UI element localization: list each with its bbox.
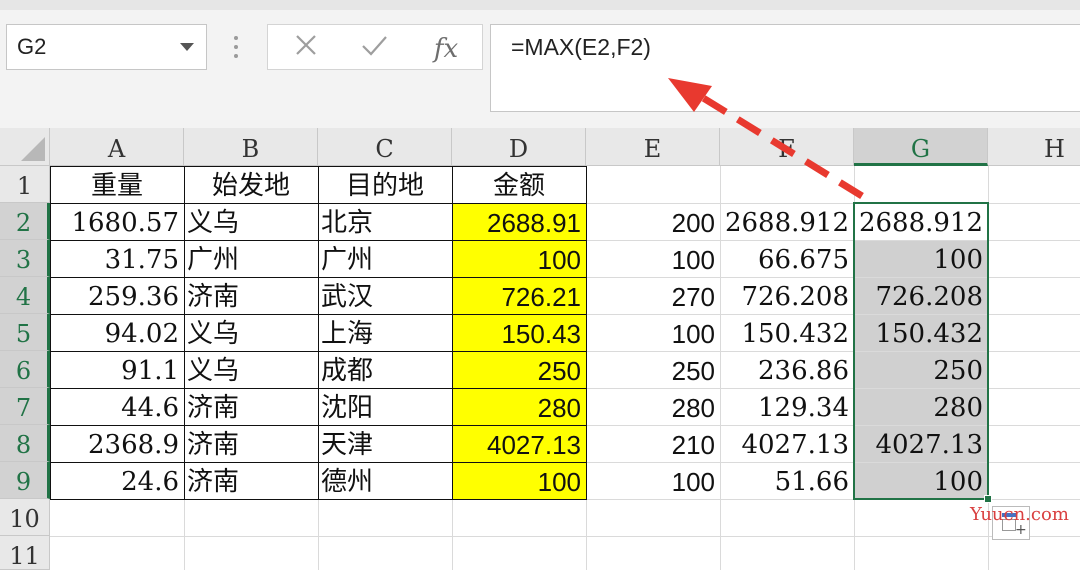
drag-handle-icon[interactable] — [233, 36, 239, 58]
row-header-1[interactable]: 1 — [0, 166, 50, 203]
cell-c8[interactable]: 天津 — [318, 425, 452, 462]
cell-d5[interactable]: 150.43 — [452, 314, 586, 351]
column-header-h[interactable]: H — [988, 128, 1080, 166]
cell-g7[interactable]: 280 — [854, 388, 988, 425]
cell-c4[interactable]: 武汉 — [318, 277, 452, 314]
column-header-d[interactable]: D — [452, 128, 586, 166]
cell-a6[interactable]: 91.1 — [50, 351, 184, 388]
row-header-9[interactable]: 9 — [0, 462, 50, 499]
cell-f6[interactable]: 236.86 — [720, 351, 854, 388]
cell-c2[interactable]: 北京 — [318, 203, 452, 240]
chevron-down-icon[interactable] — [180, 43, 194, 51]
cell-b8[interactable]: 济南 — [184, 425, 318, 462]
cell-a3[interactable]: 31.75 — [50, 240, 184, 277]
column-header-e[interactable]: E — [586, 128, 720, 166]
cell-c5[interactable]: 上海 — [318, 314, 452, 351]
check-icon[interactable] — [354, 31, 394, 65]
cell-c6[interactable]: 成都 — [318, 351, 452, 388]
cell-f3[interactable]: 66.675 — [720, 240, 854, 277]
column-header-c[interactable]: C — [318, 128, 452, 166]
cell-f5[interactable]: 150.432 — [720, 314, 854, 351]
column-header-a[interactable]: A — [50, 128, 184, 166]
row-header-11[interactable]: 11 — [0, 536, 50, 570]
insert-function-button[interactable]: fx — [426, 31, 466, 65]
cell-c7[interactable]: 沈阳 — [318, 388, 452, 425]
header-destination[interactable]: 目的地 — [318, 166, 452, 203]
formula-buttons: fx — [267, 24, 483, 70]
row-header-3[interactable]: 3 — [0, 240, 50, 277]
cell-b9[interactable]: 济南 — [184, 462, 318, 499]
cell-f8[interactable]: 4027.13 — [720, 425, 854, 462]
cell-g8[interactable]: 4027.13 — [854, 425, 988, 462]
cell-f2[interactable]: 2688.912 — [720, 203, 854, 240]
row-header-4[interactable]: 4 — [0, 277, 50, 314]
row-header-8[interactable]: 8 — [0, 425, 50, 462]
row-header-6[interactable]: 6 — [0, 351, 50, 388]
cell-e7[interactable]: 280 — [586, 388, 720, 425]
cell-b7[interactable]: 济南 — [184, 388, 318, 425]
cell-d7[interactable]: 280 — [452, 388, 586, 425]
cell-e9[interactable]: 100 — [586, 462, 720, 499]
cell-d6[interactable]: 250 — [452, 351, 586, 388]
cell-e5[interactable]: 100 — [586, 314, 720, 351]
column-header-f[interactable]: F — [720, 128, 854, 166]
cell-a5[interactable]: 94.02 — [50, 314, 184, 351]
cell-b5[interactable]: 义乌 — [184, 314, 318, 351]
column-header-g[interactable]: G — [854, 128, 988, 166]
cell-b4[interactable]: 济南 — [184, 277, 318, 314]
row-header-5[interactable]: 5 — [0, 314, 50, 351]
cancel-x-icon[interactable] — [286, 31, 326, 65]
row-header-2[interactable]: 2 — [0, 203, 50, 240]
cell-g9[interactable]: 100 — [854, 462, 988, 499]
cell-f9[interactable]: 51.66 — [720, 462, 854, 499]
cell-e8[interactable]: 210 — [586, 425, 720, 462]
cell-c9[interactable]: 德州 — [318, 462, 452, 499]
cell-g2[interactable]: 2688.912 — [854, 203, 988, 240]
cell-b6[interactable]: 义乌 — [184, 351, 318, 388]
cell-a7[interactable]: 44.6 — [50, 388, 184, 425]
cell-e6[interactable]: 250 — [586, 351, 720, 388]
cell-g5[interactable]: 150.432 — [854, 314, 988, 351]
header-weight[interactable]: 重量 — [50, 166, 184, 203]
row-header-10[interactable]: 10 — [0, 499, 50, 536]
name-box-value[interactable]: G2 — [17, 34, 46, 60]
fill-handle[interactable] — [984, 495, 992, 503]
column-header-b[interactable]: B — [184, 128, 318, 166]
spreadsheet-grid[interactable]: A B C D E F G H 1 2 3 4 5 6 7 8 9 10 11 … — [0, 128, 1080, 570]
cell-g3[interactable]: 100 — [854, 240, 988, 277]
select-all-button[interactable] — [0, 128, 50, 166]
formula-text[interactable]: =MAX(E2,F2) — [511, 34, 651, 61]
cell-d8[interactable]: 4027.13 — [452, 425, 586, 462]
cell-a2[interactable]: 1680.57 — [50, 203, 184, 240]
cell-a8[interactable]: 2368.9 — [50, 425, 184, 462]
cell-g6[interactable]: 250 — [854, 351, 988, 388]
cell-d3[interactable]: 100 — [452, 240, 586, 277]
cell-a9[interactable]: 24.6 — [50, 462, 184, 499]
cell-d9[interactable]: 100 — [452, 462, 586, 499]
cell-e4[interactable]: 270 — [586, 277, 720, 314]
header-amount[interactable]: 金额 — [452, 166, 586, 203]
formula-input[interactable]: =MAX(E2,F2) — [490, 24, 1080, 112]
row-header-7[interactable]: 7 — [0, 388, 50, 425]
cell-f7[interactable]: 129.34 — [720, 388, 854, 425]
formula-bar-area: G2 fx =MAX(E2,F2) — [0, 0, 1080, 128]
cell-a4[interactable]: 259.36 — [50, 277, 184, 314]
cell-b3[interactable]: 广州 — [184, 240, 318, 277]
name-box[interactable]: G2 — [6, 24, 207, 70]
header-origin[interactable]: 始发地 — [184, 166, 318, 203]
cell-g4[interactable]: 726.208 — [854, 277, 988, 314]
cell-d4[interactable]: 726.21 — [452, 277, 586, 314]
cell-d2[interactable]: 2688.91 — [452, 203, 586, 240]
ribbon-edge — [0, 0, 1080, 10]
cell-e2[interactable]: 200 — [586, 203, 720, 240]
cell-b2[interactable]: 义乌 — [184, 203, 318, 240]
cell-c3[interactable]: 广州 — [318, 240, 452, 277]
cell-e3[interactable]: 100 — [586, 240, 720, 277]
fx-icon[interactable]: fx — [434, 34, 458, 64]
watermark: Yuucn.com — [970, 504, 1069, 525]
cell-f4[interactable]: 726.208 — [720, 277, 854, 314]
